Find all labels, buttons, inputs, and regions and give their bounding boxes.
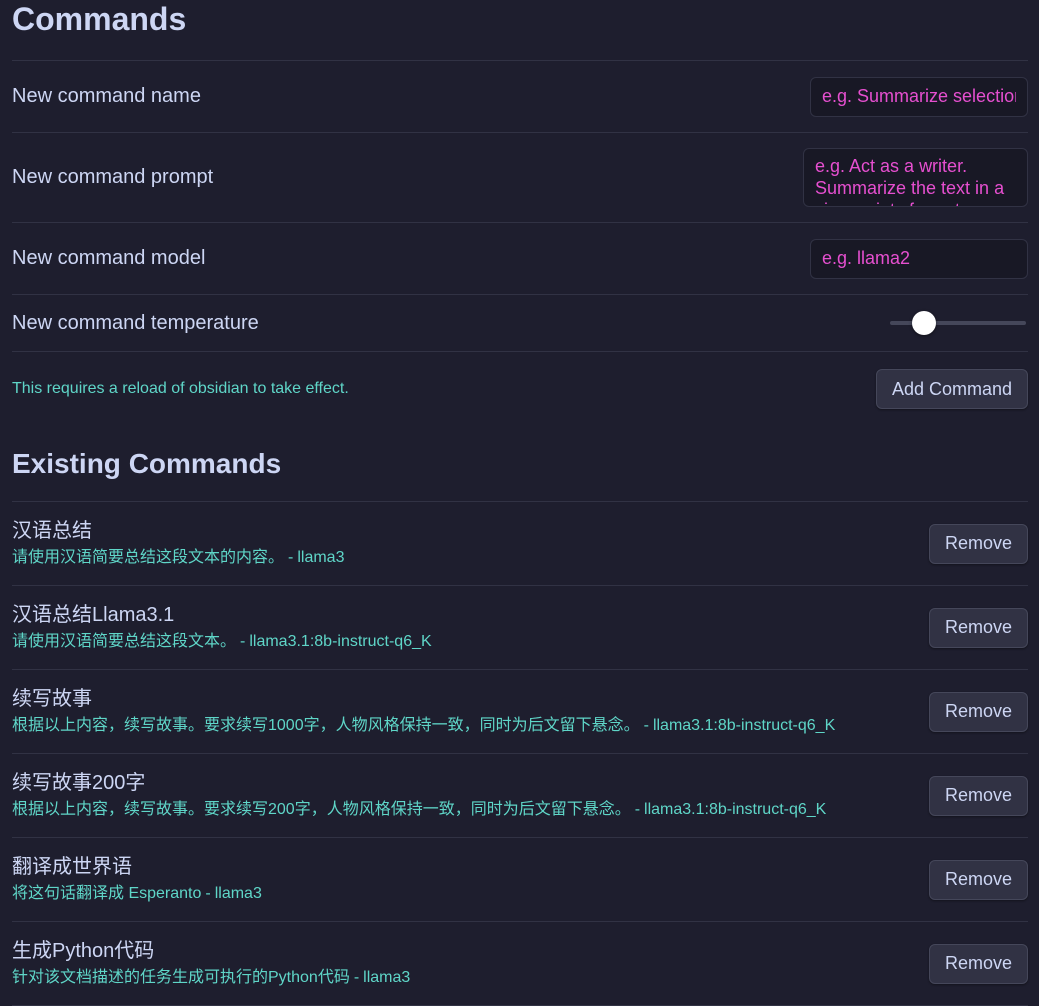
command-name: 生成Python代码 (12, 939, 155, 962)
existing-commands-title: Existing Commands (12, 448, 282, 479)
page-title: Commands (12, 1, 187, 37)
setting-label: New command temperature (12, 311, 259, 334)
remove-command-button[interactable]: Remove (928, 523, 1028, 564)
temperature-slider[interactable] (890, 311, 1026, 335)
setting-label: New command prompt (12, 166, 214, 188)
remove-command-button[interactable]: Remove (928, 775, 1028, 816)
command-model: llama3.1:8b-instruct-q6_K (652, 716, 836, 734)
remove-command-button[interactable]: Remove (928, 607, 1028, 648)
command-row: 生成Python代码针对该文档描述的任务生成可执行的Python代码 - llama… (12, 922, 1028, 1006)
settings-page: Commands New command name New command pr… (12, 0, 1028, 1006)
remove-command-button[interactable]: Remove (928, 943, 1028, 984)
setting-new-command-prompt: New command prompt (12, 133, 1028, 223)
command-prompt: 请使用汉语简要总结这段文本的内容。 (12, 548, 285, 566)
command-description: 请使用汉语简要总结这段文本。 - llama3.1:8b-instruct-q6_K (12, 630, 432, 654)
command-model: llama3.1:8b-instruct-q6_K (644, 800, 827, 818)
setting-add-command: This requires a reload of obsidian to ta… (12, 352, 1028, 426)
slider-track (890, 321, 1026, 325)
separator: - (288, 548, 294, 566)
command-model-input[interactable] (810, 238, 1028, 279)
command-name: 汉语总结Llama3.1 (12, 603, 175, 626)
command-info: 生成Python代码针对该文档描述的任务生成可执行的Python代码 - llama… (12, 938, 410, 990)
reload-hint: This requires a reload of obsidian to ta… (12, 380, 349, 397)
add-command-button[interactable]: Add Command (875, 369, 1028, 409)
command-row: 汉语总结Llama3.1 请使用汉语简要总结这段文本。 - llama3.1:8b-i… (12, 586, 1028, 670)
command-prompt: 根据以上内容，续写故事。要求续写200字，人物风格保持一致，同时为后文留下悬念。 (12, 800, 631, 818)
command-row: 翻译成世界语将这句话翻译成 Esperanto - llama3 Remove (12, 838, 1028, 922)
command-description: 针对该文档描述的任务生成可执行的Python代码 - llama3 (12, 966, 410, 990)
separator: - (205, 884, 211, 902)
separator: - (240, 632, 246, 650)
command-prompt: 将这句话翻译成 Esperanto (12, 884, 202, 902)
command-model: llama3.1:8b-instruct-q6_K (249, 632, 432, 650)
command-info: 续写故事根据以上内容，续写故事。要求续写1000字，人物风格保持一致，同时为后文… (12, 686, 835, 738)
commands-list: 汉语总结 请使用汉语简要总结这段文本的内容。 - llama3 Remove 汉语总结Ll… (12, 502, 1028, 1006)
command-model: llama3 (363, 968, 411, 986)
command-row: 汉语总结请使用汉语简要总结这段文本的内容。 - llama3 Remove (12, 502, 1028, 586)
slider-thumb[interactable] (912, 311, 936, 335)
command-description: 请使用汉语简要总结这段文本的内容。 - llama3 (12, 546, 344, 570)
command-name: 翻译成世界语 (12, 855, 132, 878)
command-info: 汉语总结请使用汉语简要总结这段文本的内容。 - llama3 (12, 518, 344, 570)
command-name: 续写故事200字 (12, 771, 146, 794)
remove-command-button[interactable]: Remove (928, 691, 1028, 732)
separator: - (634, 800, 641, 818)
command-name: 续写故事 (12, 687, 92, 710)
setting-new-command-temperature: New command temperature (12, 295, 1028, 352)
command-prompt-textarea[interactable] (803, 148, 1028, 207)
command-prompt: 根据以上内容，续写故事。要求续写1000字，人物风格保持一致，同时为后文留下悬念… (12, 716, 640, 734)
command-info: 翻译成世界语将这句话翻译成 Esperanto - llama3 (12, 854, 262, 906)
setting-new-command-name: New command name (12, 61, 1028, 133)
setting-label: New command name (12, 85, 201, 107)
command-description: 根据以上内容，续写故事。要求续写200字，人物风格保持一致，同时为后文留下悬念。… (12, 798, 826, 822)
command-prompt: 针对该文档描述的任务生成可执行的Python代码 (12, 968, 350, 986)
remove-command-button[interactable]: Remove (928, 859, 1028, 900)
command-name-input[interactable] (810, 76, 1028, 117)
setting-label: New command model (12, 247, 206, 269)
command-prompt: 请使用汉语简要总结这段文本。 (12, 632, 237, 650)
command-info: 续写故事200字根据以上内容，续写故事。要求续写200字，人物风格保持一致，同时… (12, 770, 826, 822)
command-row: 续写故事根据以上内容，续写故事。要求续写1000字，人物风格保持一致，同时为后文… (12, 670, 1028, 754)
separator: - (353, 968, 360, 986)
command-row: 续写故事200字根据以上内容，续写故事。要求续写200字，人物风格保持一致，同时… (12, 754, 1028, 838)
command-model: llama3 (214, 884, 262, 902)
command-info: 汉语总结Llama3.1 请使用汉语简要总结这段文本。 - llama3.1:8b-i… (12, 602, 432, 654)
command-description: 将这句话翻译成 Esperanto - llama3 (12, 882, 262, 906)
command-model: llama3 (297, 548, 345, 566)
command-name: 汉语总结 (12, 519, 92, 542)
command-description: 根据以上内容，续写故事。要求续写1000字，人物风格保持一致，同时为后文留下悬念… (12, 714, 835, 738)
separator: - (643, 716, 649, 734)
setting-new-command-model: New command model (12, 223, 1028, 295)
